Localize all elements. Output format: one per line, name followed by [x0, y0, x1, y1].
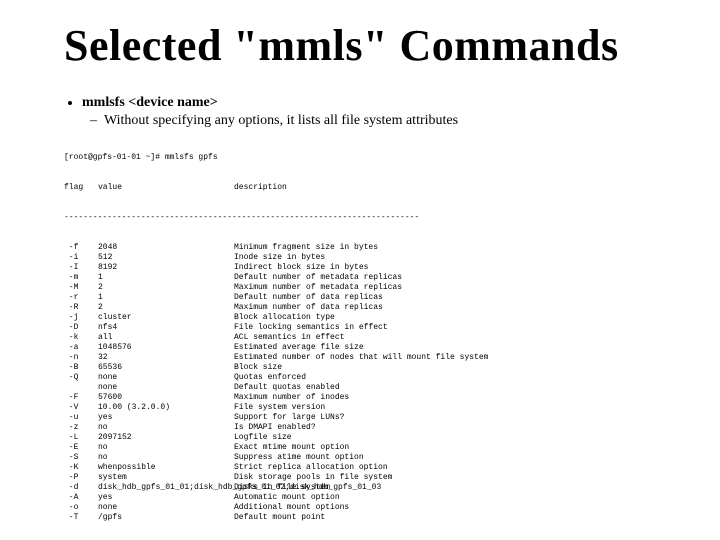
- terminal-row: -V10.00 (3.2.0.0)File system version: [64, 403, 656, 413]
- terminal-row: -n32Estimated number of nodes that will …: [64, 353, 656, 363]
- terminal-row: noneDefault quotas enabled: [64, 383, 656, 393]
- terminal-row: -r1Default number of data replicas: [64, 293, 656, 303]
- page-title: Selected "mmls" Commands: [64, 20, 656, 71]
- terminal-row: -R2Maximum number of data replicas: [64, 303, 656, 313]
- bullet-desc: Without specifying any options, it lists…: [104, 113, 656, 129]
- terminal-row: -jclusterBlock allocation type: [64, 313, 656, 323]
- terminal-row: -L2097152Logfile size: [64, 433, 656, 443]
- terminal-row: -T/gpfsDefault mount point: [64, 513, 656, 523]
- terminal-row: -I8192Indirect block size in bytes: [64, 263, 656, 273]
- terminal-row: -ddisk_hdb_gpfs_01_01;disk_hdb_gpfs_01_0…: [64, 483, 656, 493]
- terminal-divider: ----------------------------------------…: [64, 213, 656, 223]
- terminal-row: -Dnfs4File locking semantics in effect: [64, 323, 656, 333]
- terminal-header: flagvaluedescription: [64, 183, 656, 193]
- bullet-list: mmlsfs <device name> Without specifying …: [64, 95, 656, 129]
- terminal-row: -f2048Minimum fragment size in bytes: [64, 243, 656, 253]
- terminal-row: -EnoExact mtime mount option: [64, 443, 656, 453]
- terminal-row: -m1Default number of metadata replicas: [64, 273, 656, 283]
- terminal-row: -i512Inode size in bytes: [64, 253, 656, 263]
- command-name: mmlsfs <device name>: [82, 95, 218, 110]
- terminal-row: -KwhenpossibleStrict replica allocation …: [64, 463, 656, 473]
- slide: Selected "mmls" Commands mmlsfs <device …: [0, 0, 720, 540]
- terminal-row: -PsystemDisk storage pools in file syste…: [64, 473, 656, 483]
- terminal-row: -M2Maximum number of metadata replicas: [64, 283, 656, 293]
- terminal-row: -AyesAutomatic mount option: [64, 493, 656, 503]
- terminal-row: -uyesSupport for large LUNs?: [64, 413, 656, 423]
- terminal-row: -F57600Maximum number of inodes: [64, 393, 656, 403]
- terminal-row: -znoIs DMAPI enabled?: [64, 423, 656, 433]
- terminal-prompt: [root@gpfs-01-01 ~]# mmlsfs gpfs: [64, 153, 656, 163]
- terminal-row: -B65536Block size: [64, 363, 656, 373]
- terminal-row: -SnoSuppress atime mount option: [64, 453, 656, 463]
- terminal-row: -QnoneQuotas enforced: [64, 373, 656, 383]
- terminal-output: [root@gpfs-01-01 ~]# mmlsfs gpfs flagval…: [64, 133, 656, 540]
- terminal-row: -a1048576Estimated average file size: [64, 343, 656, 353]
- terminal-rows: -f2048Minimum fragment size in bytes -i5…: [64, 243, 656, 523]
- terminal-row: -ononeAdditional mount options: [64, 503, 656, 513]
- bullet-cmd: mmlsfs <device name> Without specifying …: [82, 95, 656, 129]
- terminal-row: -kallACL semantics in effect: [64, 333, 656, 343]
